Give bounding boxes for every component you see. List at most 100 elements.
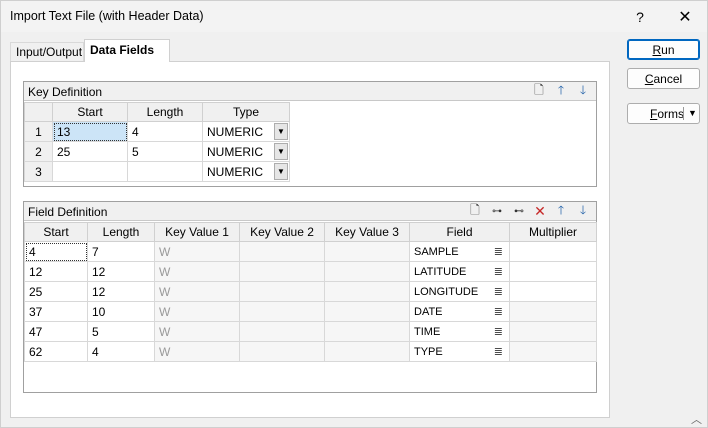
key-value-1-cell[interactable]: W — [154, 301, 240, 322]
field-cell[interactable]: TYPE ≣ — [409, 341, 510, 362]
start-cell[interactable]: 12 — [24, 261, 88, 282]
multiplier-cell[interactable] — [509, 301, 597, 322]
start-cell[interactable]: 37 — [24, 301, 88, 322]
table-row: 25 12 W LONGITUDE ≣ — [24, 281, 597, 302]
field-cell[interactable]: LONGITUDE ≣ — [409, 281, 510, 302]
multiplier-cell[interactable] — [509, 241, 597, 262]
start-cell[interactable]: 13 — [52, 121, 128, 142]
type-select[interactable]: NUMERIC ▼ — [202, 141, 290, 162]
field-header-row: Start Length Key Value 1 Key Value 2 Key… — [24, 222, 597, 242]
column-header-key-value-2[interactable]: Key Value 2 — [239, 222, 325, 242]
multiplier-cell[interactable] — [509, 261, 597, 282]
column-header-start[interactable]: Start — [52, 102, 128, 122]
arrow-up-icon[interactable]: 🡑 — [554, 203, 568, 218]
chevron-down-icon[interactable]: ▼ — [274, 143, 288, 160]
key-value-3-cell[interactable] — [324, 241, 410, 262]
length-cell[interactable]: 7 — [87, 241, 155, 262]
multiplier-cell[interactable] — [509, 281, 597, 302]
start-cell[interactable]: 25 — [24, 281, 88, 302]
length-cell[interactable]: 5 — [127, 141, 203, 162]
tab-input-output[interactable]: Input/Output — [10, 42, 84, 61]
run-button[interactable]: Run — [627, 39, 700, 60]
table-row: 3 NUMERIC ▼ — [24, 161, 290, 182]
length-cell[interactable]: 5 — [87, 321, 155, 342]
tab-data-fields[interactable]: Data Fields — [84, 39, 170, 62]
column-header-length[interactable]: Length — [127, 102, 203, 122]
multiplier-cell[interactable] — [509, 341, 597, 362]
row-number[interactable]: 2 — [24, 141, 53, 162]
insert-row-icon[interactable]: ⊶ — [490, 204, 504, 218]
field-cell[interactable]: LATITUDE ≣ — [409, 261, 510, 282]
start-cell[interactable]: 62 — [24, 341, 88, 362]
key-value-2-cell[interactable] — [239, 281, 325, 302]
chevron-down-icon[interactable]: ▼ — [274, 123, 288, 140]
field-definition-header: Field Definition 🗋 ⊶ ⊷ ✕ 🡑 🡓 — [24, 202, 596, 221]
length-cell[interactable]: 4 — [127, 121, 203, 142]
chevron-down-icon[interactable]: ▼ — [688, 108, 697, 118]
list-menu-icon[interactable]: ≣ — [494, 305, 503, 318]
key-value-1-cell[interactable]: W — [154, 281, 240, 302]
key-value-1-cell[interactable]: W — [154, 321, 240, 342]
length-cell[interactable]: 12 — [87, 261, 155, 282]
chevron-up-icon[interactable]: ︿ — [691, 411, 702, 427]
key-value-3-cell[interactable] — [324, 321, 410, 342]
field-value: LONGITUDE — [414, 285, 479, 298]
key-value-3-cell[interactable] — [324, 341, 410, 362]
length-cell[interactable] — [127, 161, 203, 182]
column-header-type[interactable]: Type — [202, 102, 290, 122]
row-number[interactable]: 3 — [24, 161, 53, 182]
field-cell[interactable]: TIME ≣ — [409, 321, 510, 342]
column-header-length[interactable]: Length — [87, 222, 155, 242]
table-row: 1 13 4 NUMERIC ▼ — [24, 121, 290, 142]
arrow-down-icon[interactable]: 🡓 — [576, 203, 590, 218]
key-value-1-cell[interactable]: W — [154, 341, 240, 362]
key-value-2-cell[interactable] — [239, 261, 325, 282]
column-header-key-value-1[interactable]: Key Value 1 — [154, 222, 240, 242]
list-menu-icon[interactable]: ≣ — [494, 325, 503, 338]
key-value-2-cell[interactable] — [239, 301, 325, 322]
column-header-multiplier[interactable]: Multiplier — [509, 222, 597, 242]
arrow-up-icon[interactable]: 🡑 — [554, 83, 568, 98]
key-value-1-cell[interactable]: W — [154, 261, 240, 282]
key-value-1-cell[interactable]: W — [154, 241, 240, 262]
field-cell[interactable]: DATE ≣ — [409, 301, 510, 322]
length-cell[interactable]: 10 — [87, 301, 155, 322]
chevron-down-icon[interactable]: ▼ — [274, 163, 288, 180]
table-row: 2 25 5 NUMERIC ▼ — [24, 141, 290, 162]
key-value-2-cell[interactable] — [239, 341, 325, 362]
list-menu-icon[interactable]: ≣ — [494, 285, 503, 298]
type-select[interactable]: NUMERIC ▼ — [202, 161, 290, 182]
start-cell[interactable]: 47 — [24, 321, 88, 342]
type-select[interactable]: NUMERIC ▼ — [202, 121, 290, 142]
cancel-button[interactable]: Cancel — [627, 68, 700, 89]
start-cell[interactable] — [52, 161, 128, 182]
key-value-2-cell[interactable] — [239, 241, 325, 262]
key-value-2-cell[interactable] — [239, 321, 325, 342]
key-definition-header: Key Definition 🗋 🡑 🡓 — [24, 82, 596, 101]
row-number[interactable]: 1 — [24, 121, 53, 142]
list-menu-icon[interactable]: ≣ — [494, 265, 503, 278]
key-value-3-cell[interactable] — [324, 301, 410, 322]
start-cell[interactable]: 25 — [52, 141, 128, 162]
column-header-field[interactable]: Field — [409, 222, 510, 242]
add-row-icon[interactable]: ⊷ — [512, 204, 526, 218]
close-button[interactable]: ✕ — [663, 1, 707, 32]
length-cell[interactable]: 12 — [87, 281, 155, 302]
arrow-down-icon[interactable]: 🡓 — [576, 83, 590, 98]
start-cell[interactable]: 4 — [24, 241, 88, 262]
list-menu-icon[interactable]: ≣ — [494, 245, 503, 258]
help-button[interactable]: ? — [618, 1, 662, 32]
column-header-key-value-3[interactable]: Key Value 3 — [324, 222, 410, 242]
length-cell[interactable]: 4 — [87, 341, 155, 362]
key-value-3-cell[interactable] — [324, 261, 410, 282]
forms-button[interactable]: Forms ▼ — [627, 103, 700, 124]
key-value-3-cell[interactable] — [324, 281, 410, 302]
new-document-icon[interactable]: 🗋 — [468, 203, 482, 218]
new-document-icon[interactable]: 🗋 — [532, 83, 546, 98]
multiplier-cell[interactable] — [509, 321, 597, 342]
corner-cell — [24, 102, 53, 122]
list-menu-icon[interactable]: ≣ — [494, 345, 503, 358]
delete-icon[interactable]: ✕ — [533, 203, 547, 219]
field-cell[interactable]: SAMPLE ≣ — [409, 241, 510, 262]
column-header-start[interactable]: Start — [24, 222, 88, 242]
